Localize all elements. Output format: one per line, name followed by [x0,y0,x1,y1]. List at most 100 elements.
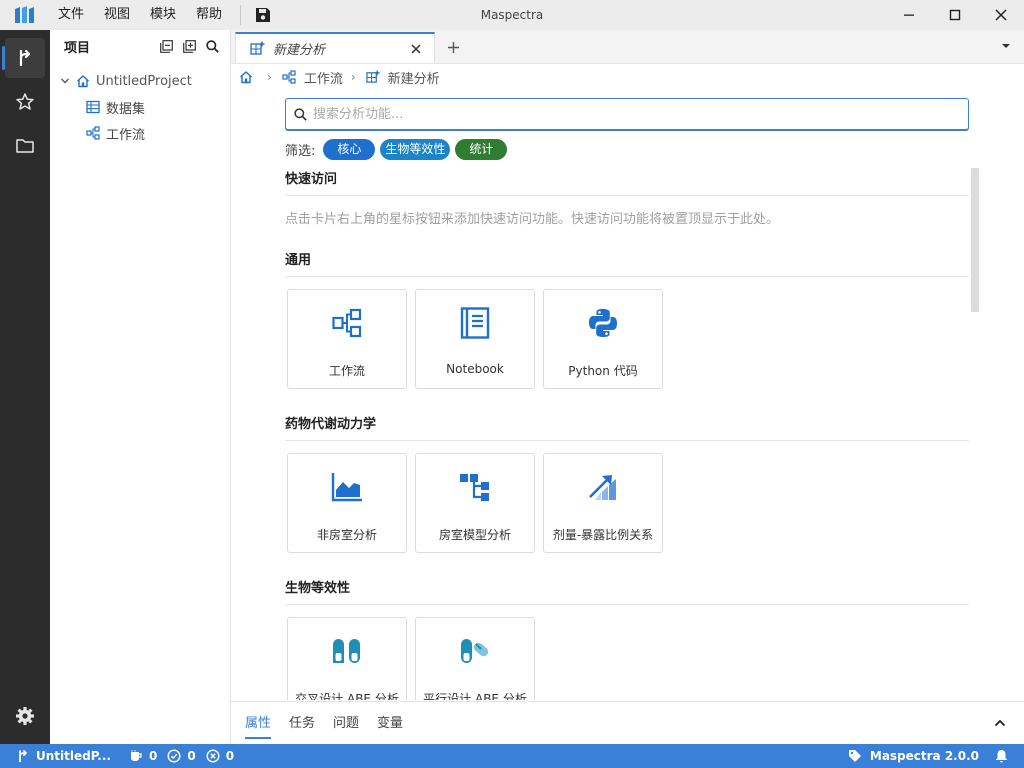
gear-icon [16,707,34,725]
panel-tab-problems[interactable]: 问题 [333,702,359,745]
tab-close-button[interactable] [404,37,428,61]
minimize-icon [904,14,914,16]
panel-tab-variables[interactable]: 变量 [377,702,403,745]
status-project-name: UntitledP... [36,749,111,763]
filter-chip-statistics[interactable]: 统计 [455,138,508,160]
tab-bar: 新建分析 [231,30,1024,64]
analysis-list[interactable]: 快速访问 点击卡片右上角的星标按钮来添加快速访问功能。快速访问功能将被置顶显示于… [231,164,1024,700]
title-divider [240,5,242,25]
save-button[interactable] [249,0,277,30]
maximize-button[interactable] [932,0,978,30]
workflow-icon [86,126,100,140]
activity-project[interactable] [2,38,45,78]
card-label: 剂量-暴露比例关系 [552,528,654,542]
card-label: 工作流 [328,364,365,378]
new-analysis-icon [250,41,265,55]
home-icon [77,75,89,88]
filter-chip-core[interactable]: 核心 [323,138,376,160]
section-title-general: 通用 [285,245,969,277]
tree-item-label: 数据集 [106,101,146,117]
notifications-button[interactable] [995,749,1008,763]
tab-new-analysis[interactable]: 新建分析 [235,32,435,63]
close-window-button[interactable] [978,0,1024,30]
collapse-all-button[interactable] [155,35,178,58]
menu-modules[interactable]: 模块 [140,0,186,30]
expand-all-button[interactable] [178,35,201,58]
filter-chip-bioequivalence[interactable]: 生物等效性 [380,138,451,160]
menu-help[interactable]: 帮助 [186,0,232,30]
panel-tab-properties[interactable]: 属性 [245,702,272,745]
status-project[interactable]: UntitledP... [16,749,111,763]
panel-tab-tasks[interactable]: 任务 [289,702,315,745]
section-title-pharmacokinetics: 药物代谢动力学 [285,409,969,441]
title-bar: 文件 视图 模块 帮助 Maspectra [0,0,1024,30]
tree-item-workflows[interactable]: 工作流 [50,120,230,146]
card-dose-proportionality[interactable]: 剂量-暴露比例关系 [543,453,663,553]
card-label: Notebook [446,362,504,376]
card-nca[interactable]: 非房室分析 [287,453,407,553]
status-failed-tasks[interactable]: 0 [206,749,234,763]
card-label: Python 代码 [568,364,638,378]
card-group-general: 工作流 Notebook Python 代码 [287,289,969,389]
status-version[interactable]: Maspectra 2.0.0 [848,749,979,763]
breadcrumb-item-workflow[interactable]: 工作流 [304,68,343,87]
project-sidebar: 项目 UntitledProject 数据集 工作流 [50,30,231,744]
workflow-icon [282,70,296,84]
activity-favorites[interactable] [5,82,45,122]
activity-files[interactable] [5,126,45,166]
area-chart-icon [330,470,364,504]
branch-icon [19,750,27,763]
card-compartment-model[interactable]: 房室模型分析 [415,453,535,553]
bottom-panel-tabs: 属性 任务 问题 变量 [231,701,1024,744]
sidebar-search-button[interactable] [201,35,224,58]
window-controls [886,0,1024,30]
python-icon [586,306,620,340]
filter-label: 筛选: [285,143,316,159]
caret-down-icon [1002,44,1010,48]
minimize-button[interactable] [886,0,932,30]
filter-bar: 筛选: 核心 生物等效性 统计 [285,138,969,160]
tree-item-project[interactable]: UntitledProject [50,68,230,94]
new-tab-button[interactable] [435,32,471,63]
sidebar-title: 项目 [64,40,91,56]
branch-icon [19,49,31,67]
card-workflow[interactable]: 工作流 [287,289,407,389]
editor-area: 新建分析 › 工作流 › 新建分析 搜索分析功能... 筛选: 核心 生物等效性… [231,30,1024,744]
card-group-pharmacokinetics: 非房室分析 房室模型分析 剂量-暴露比例关系 [287,453,969,553]
notebook-icon [458,306,492,340]
capsules-icon [330,634,364,668]
menu-view[interactable]: 视图 [94,0,140,30]
tree-item-datasets[interactable]: 数据集 [50,94,230,120]
search-icon [206,39,219,53]
cup-icon [130,750,142,761]
card-python-code[interactable]: Python 代码 [543,289,663,389]
breadcrumb-item-current[interactable]: 新建分析 [388,68,440,87]
table-icon [86,100,100,114]
tab-list-button[interactable] [994,34,1018,58]
tree-item-label: 工作流 [106,127,146,143]
menu-file[interactable]: 文件 [50,0,94,30]
home-icon[interactable] [239,70,253,84]
status-running-tasks[interactable]: 0 [129,749,157,763]
search-input[interactable] [313,106,968,122]
folder-icon [16,139,34,153]
check-circle-icon [167,749,181,763]
card-notebook[interactable]: Notebook [415,289,535,389]
section-title-bioequivalence: 生物等效性 [285,573,969,605]
chevron-down-icon [61,78,69,84]
activity-settings[interactable] [5,696,45,736]
status-completed-tasks[interactable]: 0 [167,749,196,763]
quick-access-hint: 点击卡片右上角的星标按钮来添加快速访问功能。快速访问功能将被置顶显示于此处。 [285,212,780,227]
star-icon [16,93,34,110]
vertical-scrollbar[interactable] [971,168,979,312]
tree-item-label: UntitledProject [96,73,192,89]
close-icon [995,9,1007,21]
search-box [285,98,969,130]
status-count: 0 [225,749,235,763]
card-label: 平行设计 ABE 分析 [423,692,527,700]
error-circle-icon [206,749,220,763]
card-crossover-abe[interactable]: 交叉设计 ABE 分析 [287,617,407,700]
panel-toggle-button[interactable] [990,713,1010,733]
card-parallel-abe[interactable]: 平行设计 ABE 分析 [415,617,535,700]
analysis-picker: 筛选: 核心 生物等效性 统计 [285,98,969,160]
